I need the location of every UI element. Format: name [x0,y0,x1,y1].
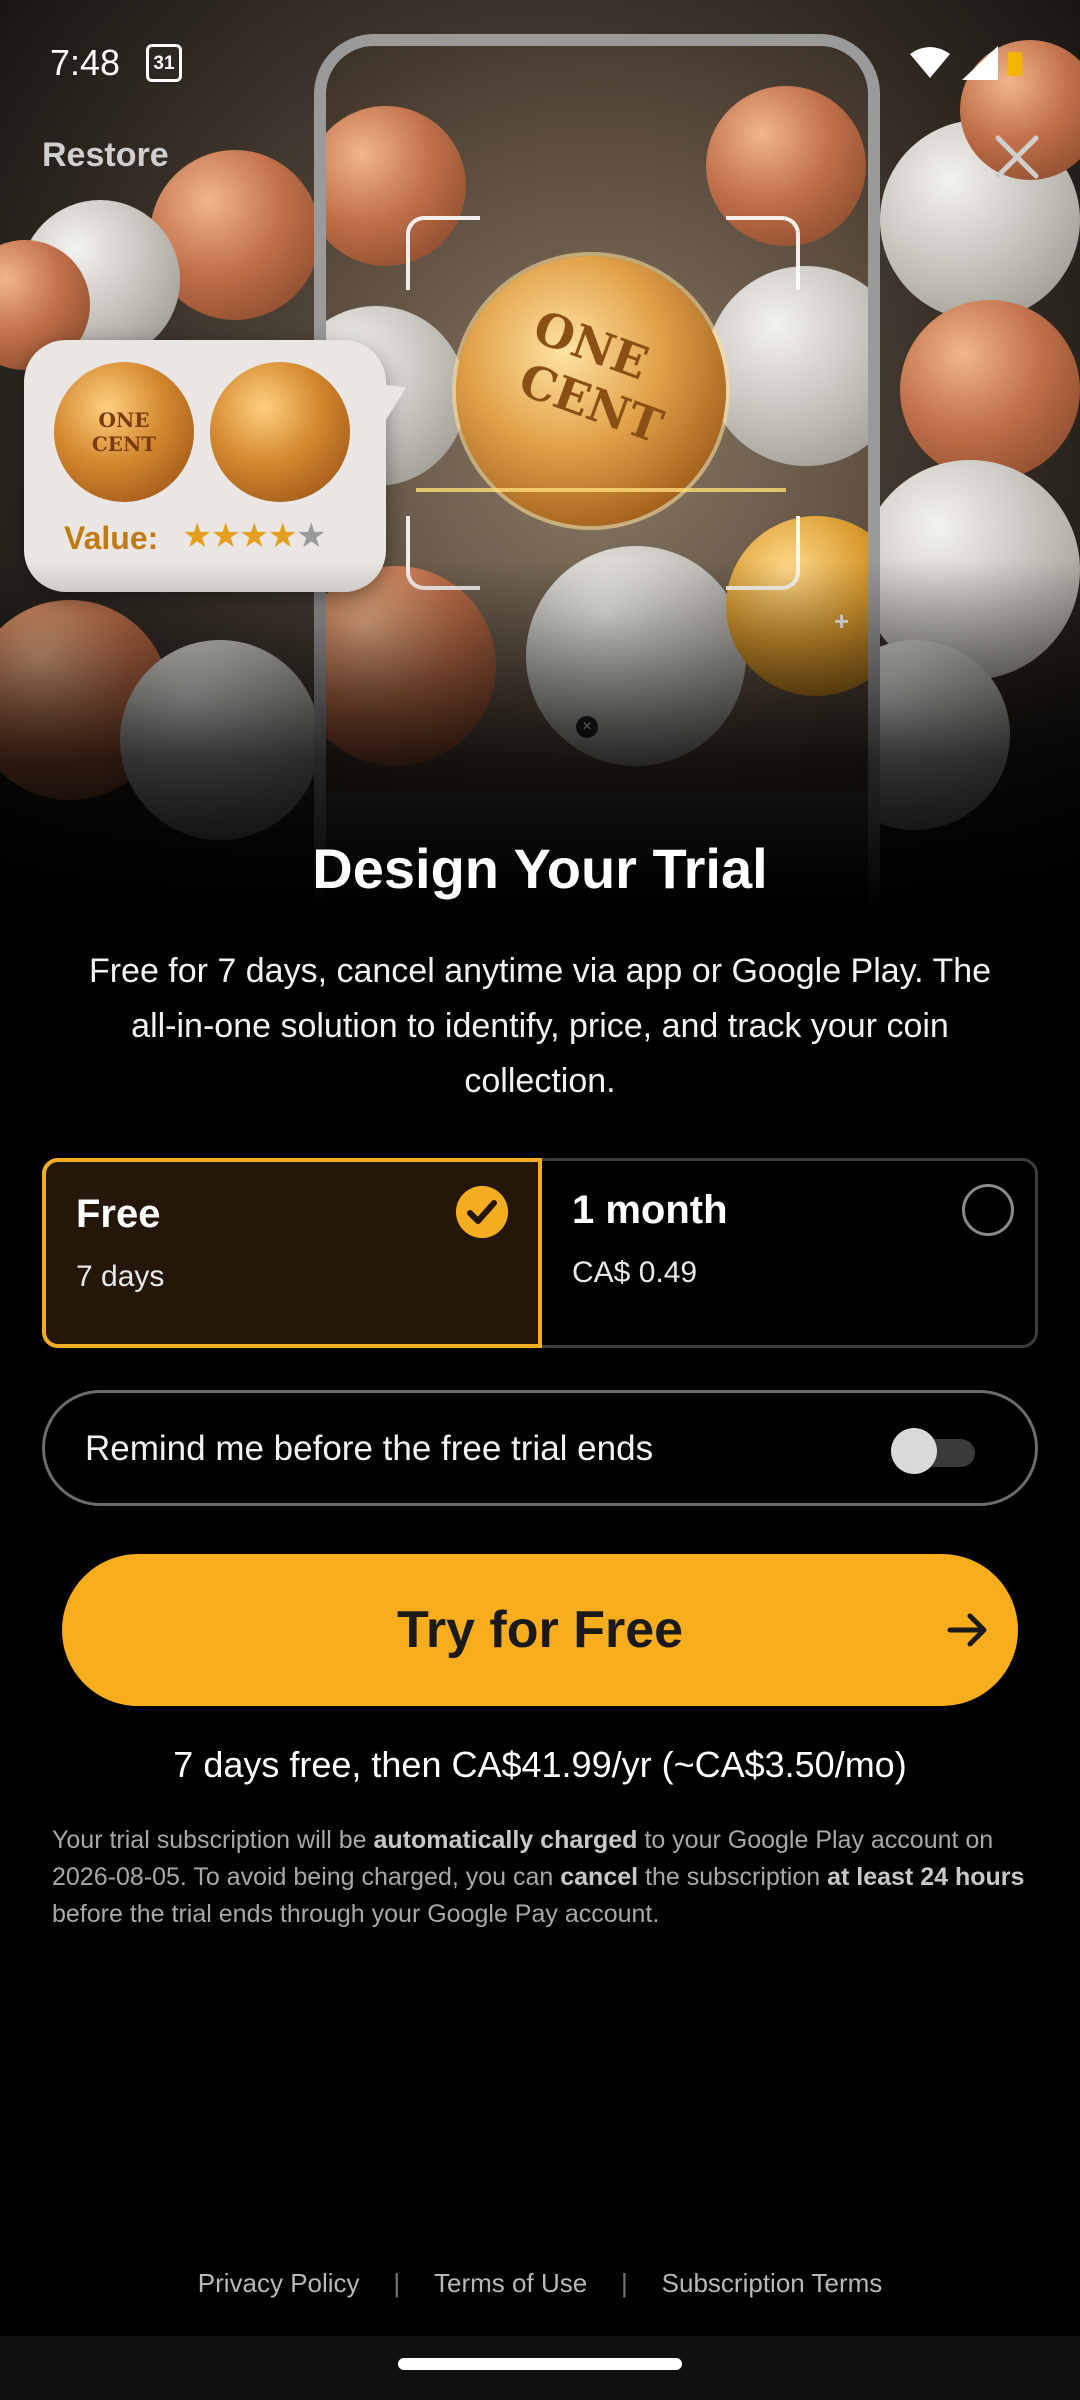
disclaimer-text: Your trial subscription will be [52,1826,374,1854]
scanned-coin: ONE CENT [456,256,726,526]
value-label: Value: [64,520,159,556]
disclaimer-text: the subscription [638,1863,828,1891]
scan-frame-corner [726,216,800,290]
coin-inscription: CENT [91,432,157,456]
star-filled-icon: ★ [210,517,241,555]
value-card: ONE CENT Value: ★★★★★ [24,340,386,592]
status-time: 7:48 [50,42,121,83]
wifi-icon [910,47,950,78]
disclaimer-text: before the trial ends through your Googl… [52,1900,660,1928]
battery-icon [1008,52,1022,76]
plan-option-monthly[interactable]: 1 month CA$ 0.49 [542,1158,1044,1348]
footer-separator: | [393,2268,401,2298]
home-indicator[interactable] [398,2358,682,2370]
reminder-toggle[interactable] [891,1428,977,1474]
plan-name: 1 month [572,1188,728,1232]
subscription-disclaimer: Your trial subscription will be automati… [52,1822,1032,1933]
navigation-bar [0,2336,1080,2400]
close-icon[interactable] [990,130,1044,184]
calendar-icon: 31 [146,44,182,82]
privacy-policy-link[interactable]: Privacy Policy [198,2268,360,2299]
restore-button[interactable]: Restore [42,136,169,175]
coin-inscription: ONE [98,408,150,432]
page-subtitle: Free for 7 days, cancel anytime via app … [88,952,992,1100]
star-filled-icon: ★ [238,517,270,555]
checkmark-icon [456,1186,508,1238]
disclaimer-emphasis: at least 24 hours [827,1863,1025,1891]
page-title: Design Your Trial [312,837,768,900]
scan-line [416,488,786,492]
reminder-label: Remind me before the free trial ends [85,1429,654,1468]
reminder-row: Remind me before the free trial ends [42,1390,1038,1506]
terms-of-use-link[interactable]: Terms of Use [434,2268,587,2299]
coin-back-image [210,362,350,502]
status-bar: 7:48 31 [0,0,1080,120]
disclaimer-emphasis: cancel [560,1863,639,1891]
plan-selector: Free 7 days 1 month CA$ 0.49 [42,1158,1038,1348]
arrow-right-icon [947,1613,987,1647]
signal-icon [962,46,998,80]
cta-label: Try for Free [396,1601,684,1659]
pricing-summary: 7 days free, then CA$41.99/yr (~CA$3.50/… [173,1744,907,1785]
plan-detail: 7 days [76,1260,165,1293]
radio-unselected-icon [962,1184,1014,1236]
footer-separator: | [621,2268,628,2298]
disclaimer-emphasis: automatically charged [373,1826,638,1854]
subscription-terms-link[interactable]: Subscription Terms [662,2268,883,2299]
star-filled-icon: ★ [267,517,298,555]
hero-gradient [0,560,1080,1000]
coin-decoration [900,300,1080,480]
footer-links: Privacy Policy | Terms of Use | Subscrip… [0,2268,1080,2308]
star-empty-icon: ★ [295,517,327,555]
plan-name: Free [76,1192,161,1236]
toggle-knob [891,1428,937,1474]
value-rating: ★★★★★ [182,516,327,556]
scan-frame-corner [406,216,480,290]
try-for-free-button[interactable]: Try for Free [62,1554,1018,1706]
coin-decoration [706,266,868,466]
system-icons [910,46,1030,82]
plan-detail: CA$ 0.49 [572,1256,698,1289]
plan-option-free[interactable]: Free 7 days [42,1158,542,1348]
coin-front-image: ONE CENT [54,362,194,502]
star-filled-icon: ★ [182,517,213,555]
